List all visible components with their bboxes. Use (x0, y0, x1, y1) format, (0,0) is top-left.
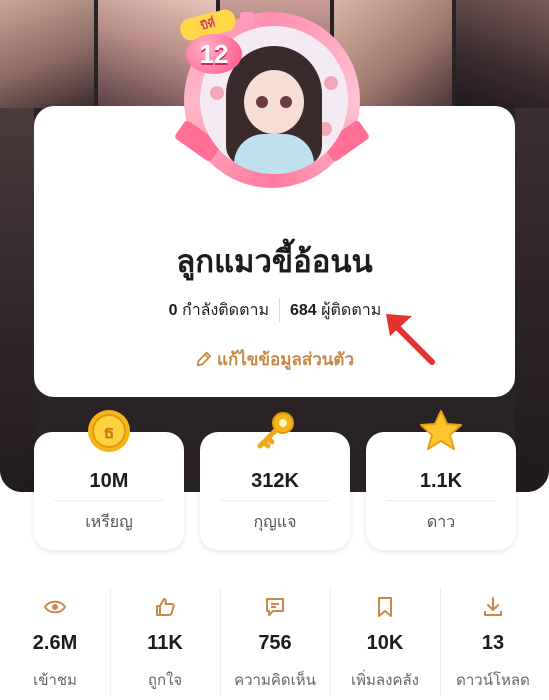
followers-link[interactable]: 684 ผู้ติดตาม (290, 298, 381, 323)
currency-card-keys[interactable]: 312K กุญแจ (200, 412, 350, 550)
comments-label: ความคิดเห็น (234, 672, 316, 689)
views-value: 2.6M (32, 632, 78, 654)
likes-label: ถูกใจ (147, 672, 183, 689)
gift-icon (240, 12, 254, 26)
followers-label: ผู้ติดตาม (321, 302, 382, 319)
downloads-label: ดาวน์โหลด (456, 672, 530, 689)
pencil-icon (196, 351, 212, 367)
coin-value: 10M (89, 470, 129, 492)
currency-card-coins[interactable]: ธ 10M เหรียญ (34, 410, 184, 550)
stat-downloads: 13 ดาวน์โหลด (438, 584, 548, 700)
cover-artwork (456, 0, 549, 108)
eye-icon (44, 600, 66, 614)
stat-comments: 756 ความคิดเห็น (220, 584, 330, 700)
following-label: กำลังติดตาม (182, 302, 269, 319)
download-icon (484, 597, 502, 616)
star-icon (420, 410, 462, 450)
stat-views: 2.6M เข้าชม (0, 584, 110, 700)
arrow-annotation (386, 314, 435, 365)
badge-number: 12 (186, 34, 242, 74)
stat-library: 10K เพิ่มลงคลัง (330, 584, 440, 700)
comments-value: 756 (258, 632, 292, 654)
follow-stats: 0 กำลังติดตาม 684 ผู้ติดตาม (34, 298, 515, 323)
library-value: 10K (366, 632, 404, 654)
cover-artwork (515, 108, 549, 492)
stats-row: 2.6M เข้าชม 11K ถูกใจ 756 ความคิดเห็น 10… (0, 584, 549, 700)
coin-icon: ธ (88, 410, 130, 452)
anniversary-badge: ปีที่ 12 (178, 7, 254, 74)
currency-card-stars[interactable]: 1.1K ดาว (366, 410, 516, 550)
svg-text:ธ: ธ (104, 422, 115, 443)
views-label: เข้าชม (33, 672, 77, 689)
comment-icon (266, 598, 284, 616)
username: ลูกแมวขี้อ้อนน (176, 244, 373, 279)
following-count: 0 (168, 302, 178, 319)
followers-count: 684 (290, 302, 317, 319)
cover-artwork (0, 108, 34, 492)
edit-profile-link[interactable]: แก้ไขข้อมูลส่วนตัว (34, 346, 515, 373)
key-label: กุญแจ (253, 514, 297, 531)
following-link[interactable]: 0 กำลังติดตาม (169, 298, 269, 323)
downloads-value: 13 (481, 632, 505, 654)
thumbs-up-icon (156, 598, 175, 616)
star-label: ดาว (426, 514, 456, 531)
key-icon (257, 412, 294, 449)
coin-label: เหรียญ (85, 514, 133, 531)
star-value: 1.1K (419, 470, 463, 492)
stat-likes: 11K ถูกใจ (110, 584, 220, 700)
likes-value: 11K (147, 632, 183, 654)
library-label: เพิ่มลงคลัง (351, 672, 419, 689)
edit-profile-label: แก้ไขข้อมูลส่วนตัว (216, 350, 354, 369)
cover-artwork (0, 0, 94, 108)
bookmark-icon (378, 597, 392, 617)
key-value: 312K (251, 470, 299, 492)
divider (279, 298, 280, 322)
